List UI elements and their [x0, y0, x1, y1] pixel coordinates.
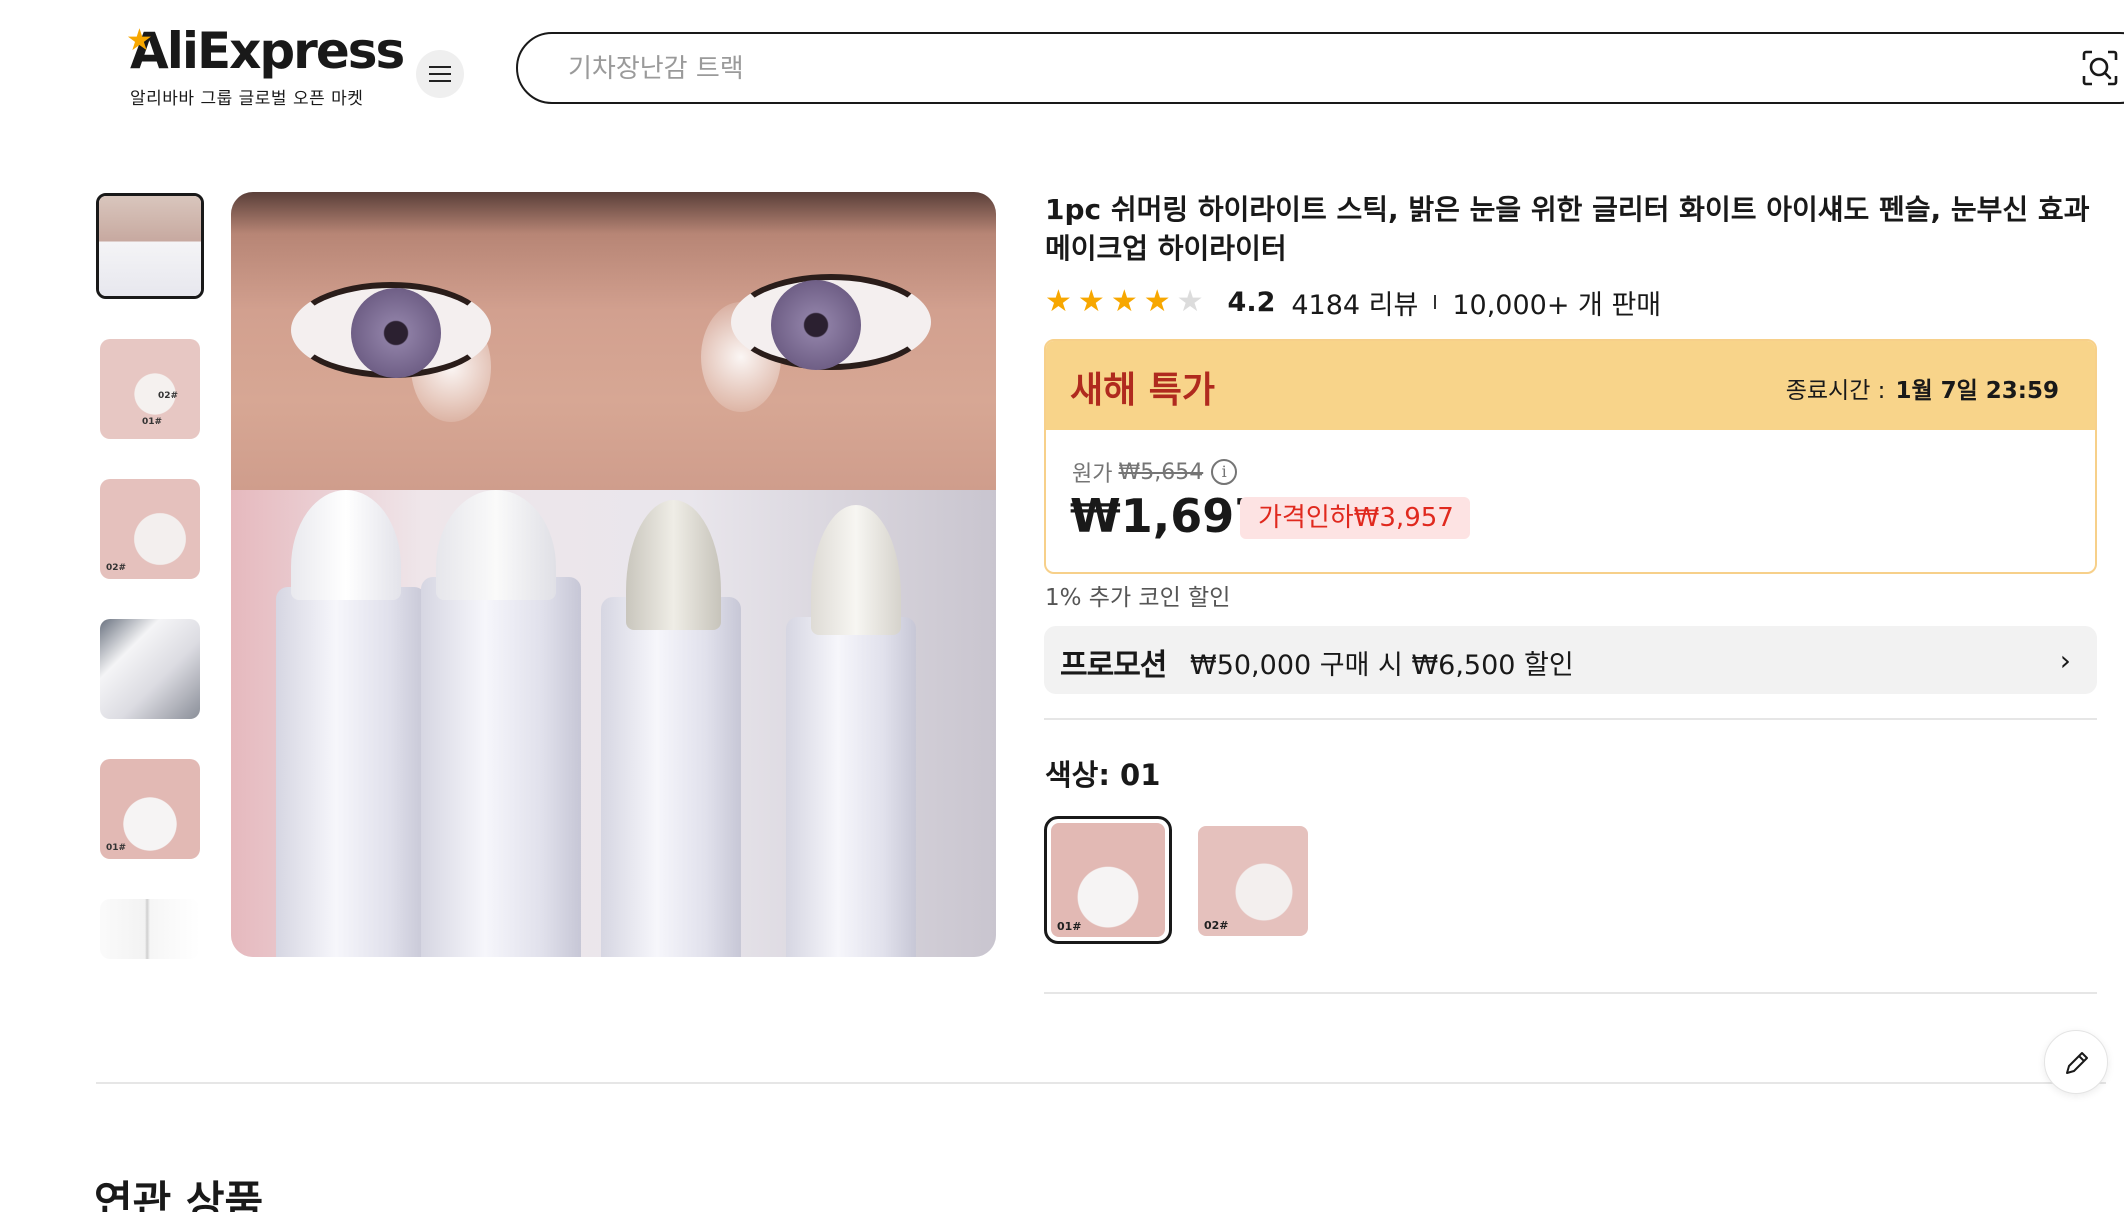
- thumbnail-image: [100, 619, 200, 719]
- original-price: 원가 ₩5,654 i: [1072, 456, 1238, 488]
- search-input[interactable]: [568, 44, 1968, 94]
- thumbnail-1[interactable]: [96, 193, 204, 299]
- swatch-label: 01#: [1057, 920, 1082, 933]
- color-label: 색상: 01: [1045, 758, 1161, 792]
- logo-subtitle: 알리바바 그룹 글로벌 오픈 마켓: [130, 89, 364, 109]
- menu-button[interactable]: [416, 50, 464, 98]
- coin-discount: 1% 추가 코인 할인: [1045, 585, 1231, 611]
- edit-button[interactable]: [2044, 1030, 2108, 1094]
- deal-end-time: 종료시간 : 1월 7일 23:59: [1786, 371, 2059, 405]
- review-count[interactable]: 4184 리뷰: [1291, 283, 1418, 322]
- rating-row[interactable]: ★ ★ ★ ★ ★ 4.2 4184 리뷰 10,000+ 개 판매: [1045, 283, 1662, 322]
- original-price-value: ₩5,654: [1118, 459, 1204, 485]
- star-icon: ★: [1110, 284, 1138, 319]
- deal-title: 새해 특가: [1070, 370, 1216, 411]
- product-title: 1pc 쉬머링 하이라이트 스틱, 밝은 눈을 위한 글리터 화이트 아이섀도 …: [1045, 193, 2090, 265]
- star-rating: ★ ★ ★ ★ ★: [1045, 287, 1210, 317]
- info-icon[interactable]: i: [1211, 459, 1238, 485]
- thumbnail-2[interactable]: 02# 01#: [100, 339, 200, 439]
- deal-end-value: 1월 7일 23:59: [1895, 378, 2059, 404]
- promotion-text: ₩50,000 구매 시 ₩6,500 할인: [1190, 650, 1574, 681]
- aliexpress-logo[interactable]: ★ AliExpress 알리바바 그룹 글로벌 오픈 마켓: [126, 22, 405, 109]
- deal-end-label: 종료시간 :: [1785, 378, 1886, 404]
- related-products-title: 연관 상품: [94, 1177, 264, 1212]
- star-empty-icon: ★: [1176, 284, 1204, 319]
- search-bar[interactable]: [516, 32, 2124, 104]
- price-drop-badge: 가격인하₩3,957: [1240, 497, 1470, 539]
- color-option-01[interactable]: 01#: [1044, 816, 1172, 944]
- thumbnail-tag: 02#: [158, 391, 179, 401]
- logo-star-icon: ★: [126, 23, 153, 58]
- sold-count: 10,000+ 개 판매: [1452, 289, 1662, 321]
- rating-value: 4.2: [1227, 286, 1276, 318]
- pencil-icon: [2066, 1052, 2088, 1074]
- thumbnail-tag: 01#: [106, 843, 127, 853]
- promotion-bar[interactable]: 프로모션 ₩50,000 구매 시 ₩6,500 할인 ›: [1044, 626, 2097, 694]
- thumbnail-3[interactable]: 02#: [100, 479, 200, 579]
- thumbnail-list: 02# 01# 02# 01#: [96, 193, 206, 999]
- logo-text: AliExpress: [130, 22, 405, 80]
- hamburger-icon: [429, 73, 451, 75]
- chevron-right-icon: ›: [2059, 644, 2071, 677]
- deal-box: 새해 특가 종료시간 : 1월 7일 23:59 원가 ₩5,654 i ₩1,6…: [1044, 339, 2097, 574]
- thumbnail-image: [100, 899, 200, 959]
- color-option-02[interactable]: 02#: [1194, 822, 1312, 940]
- thumbnail-tag: 01#: [142, 417, 163, 427]
- thumbnail-tag: 02#: [106, 563, 127, 573]
- main-product-image[interactable]: [231, 192, 996, 957]
- thumbnail-image: [99, 196, 201, 296]
- image-search-icon[interactable]: [2082, 50, 2118, 86]
- thumbnail-4[interactable]: [100, 619, 200, 719]
- divider: [1044, 718, 2097, 720]
- divider: [1044, 992, 2097, 994]
- swatch-label: 02#: [1204, 919, 1229, 932]
- star-icon: ★: [1143, 284, 1171, 319]
- deal-header: 새해 특가 종료시간 : 1월 7일 23:59: [1046, 341, 2095, 430]
- divider: [1434, 295, 1437, 309]
- sale-price: ₩1,697: [1070, 489, 1267, 543]
- thumbnail-5[interactable]: 01#: [100, 759, 200, 859]
- promotion-tag: 프로모션: [1060, 648, 1167, 683]
- original-price-label: 원가: [1072, 462, 1113, 487]
- star-icon: ★: [1045, 284, 1072, 319]
- logo-wordmark: ★ AliExpress: [126, 22, 405, 80]
- eyes-photo: [231, 192, 996, 490]
- thumbnail-6[interactable]: [100, 899, 200, 959]
- star-icon: ★: [1077, 284, 1105, 319]
- divider: [96, 1082, 2106, 1084]
- pencils-photo: [231, 490, 996, 957]
